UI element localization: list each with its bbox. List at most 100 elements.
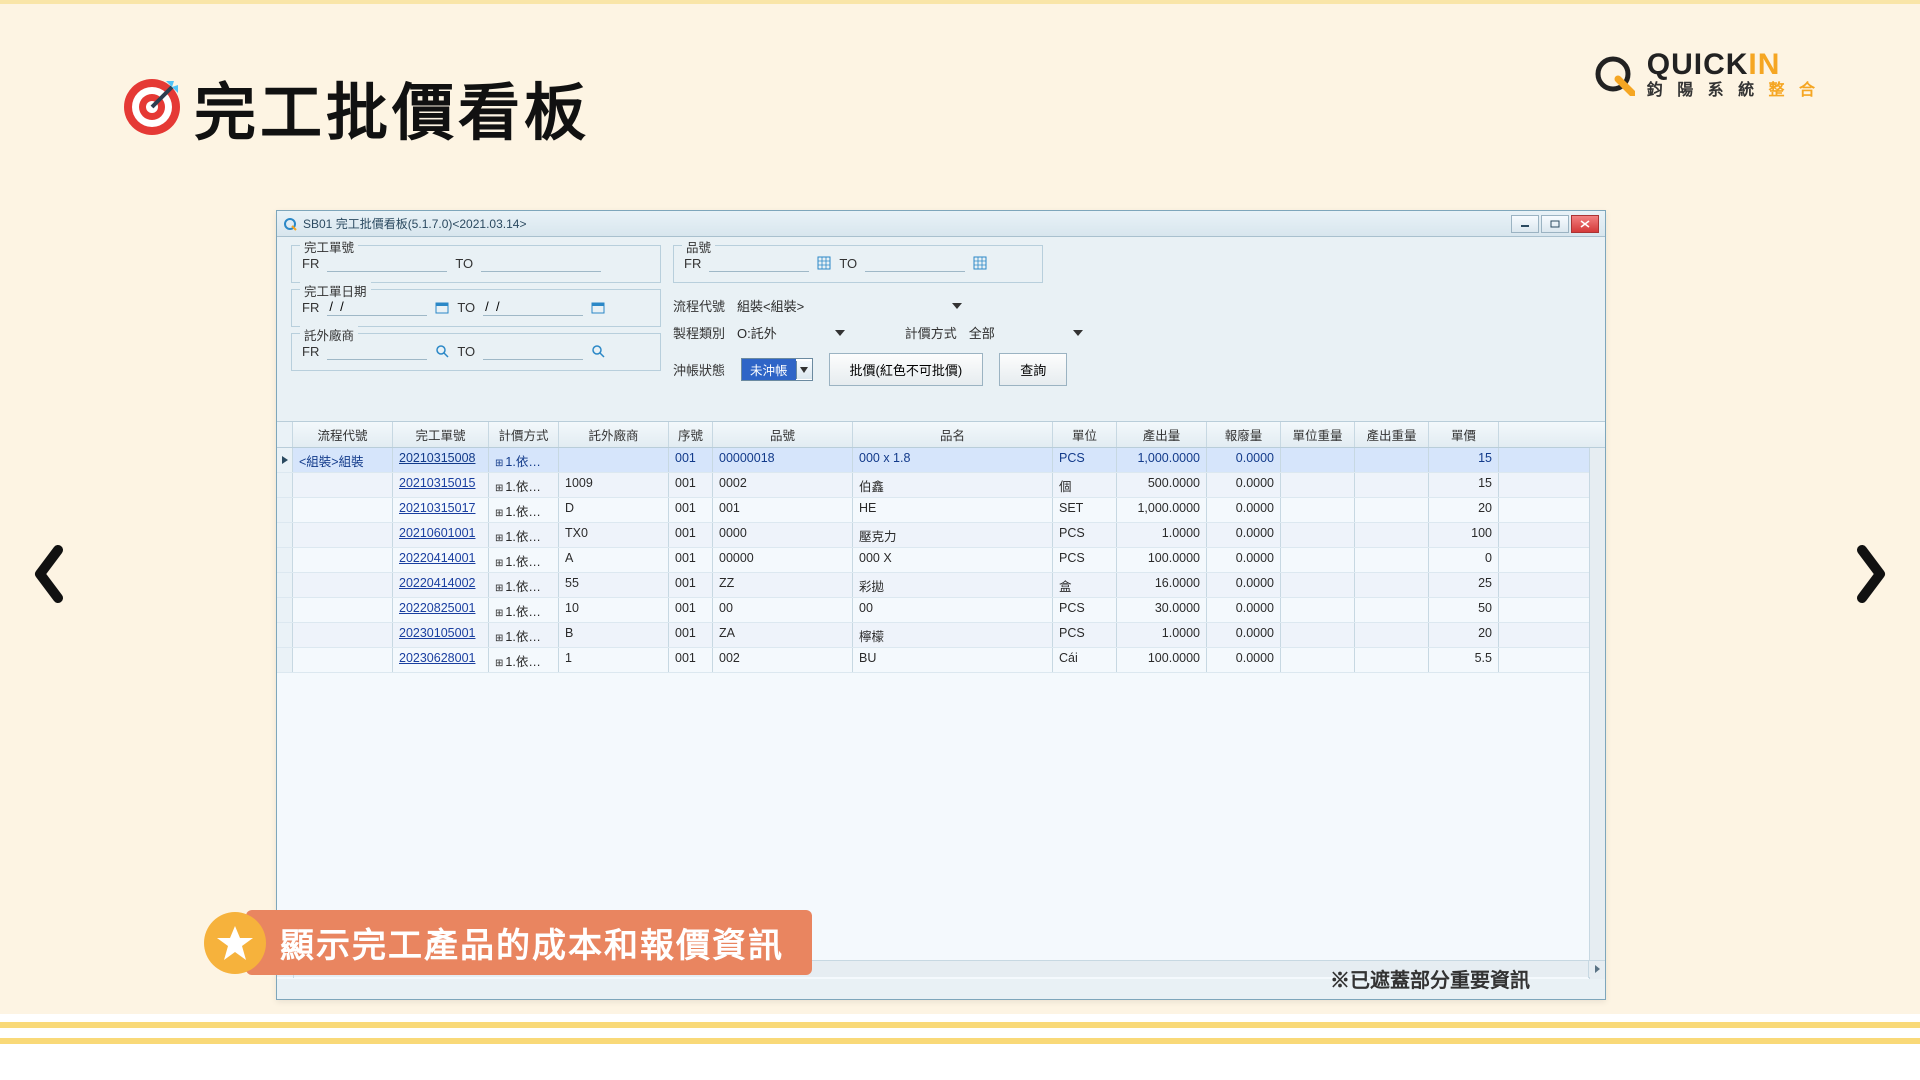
prev-slide-button[interactable] (24, 540, 72, 608)
cell-out-weight (1355, 498, 1429, 522)
query-button[interactable]: 查詢 (999, 353, 1067, 386)
table-row[interactable]: 20210601001⊞1.依數量TX00010000壓克力PCS1.00000… (277, 523, 1605, 548)
scroll-right-arrow-icon[interactable] (1588, 961, 1605, 978)
cell-price-method: ⊞1.依數量 (489, 623, 559, 647)
table-row[interactable]: 20220825001⊞1.依數量100010000PCS30.00000.00… (277, 598, 1605, 623)
cell-out-weight (1355, 473, 1429, 497)
cell-out-weight (1355, 598, 1429, 622)
cell-qty: 100.0000 (1117, 648, 1207, 672)
col-header[interactable]: 完工單號 (393, 422, 489, 447)
cell-completion-no[interactable]: 20230105001 (393, 623, 489, 647)
cell-completion-no[interactable]: 20210315017 (393, 498, 489, 522)
table-row[interactable]: <組裝>組裝20210315008⊞1.依數量00100000018000 x … (277, 448, 1605, 473)
col-header[interactable]: 單位重量 (1281, 422, 1355, 447)
close-button[interactable] (1571, 215, 1599, 233)
table-row[interactable]: 20210315015⊞1.依數量10090010002伯鑫個500.00000… (277, 473, 1605, 498)
itemno-from-input[interactable] (709, 254, 809, 272)
cell-item-no: 00000 (713, 548, 853, 572)
lookup-grid-icon[interactable] (973, 256, 987, 270)
cell-item-name: HE (853, 498, 1053, 522)
grid-body[interactable]: <組裝>組裝20210315008⊞1.依數量00100000018000 x … (277, 448, 1605, 979)
cell-completion-no[interactable]: 20220825001 (393, 598, 489, 622)
cell-proc (293, 523, 393, 547)
data-grid: 流程代號 完工單號 計價方式 託外廠商 序號 品號 品名 單位 產出量 報廢量 … (277, 421, 1605, 979)
mfg-type-dropdown[interactable]: O:託外 (733, 322, 849, 343)
col-header[interactable]: 單價 (1429, 422, 1499, 447)
price-method-dropdown[interactable]: 全部 (965, 322, 1087, 343)
cell-completion-no[interactable]: 20220414002 (393, 573, 489, 597)
cell-seq: 001 (669, 623, 713, 647)
itemno-to-input[interactable] (865, 254, 965, 272)
calendar-icon[interactable] (591, 300, 605, 314)
cell-unit-weight (1281, 623, 1355, 647)
col-header[interactable]: 序號 (669, 422, 713, 447)
table-row[interactable]: 20230105001⊞1.依數量B001ZA檸檬PCS1.00000.0000… (277, 623, 1605, 648)
table-row[interactable]: 20220414002⊞1.依數量55001ZZ彩拋盒16.00000.0000… (277, 573, 1605, 598)
cell-scrap: 0.0000 (1207, 623, 1281, 647)
cell-item-name: 檸檬 (853, 623, 1053, 647)
cell-scrap: 0.0000 (1207, 498, 1281, 522)
vendor-from-input[interactable] (327, 342, 427, 360)
cell-price: 20 (1429, 498, 1499, 522)
col-header[interactable]: 報廢量 (1207, 422, 1281, 447)
calendar-icon[interactable] (435, 300, 449, 314)
cell-proc (293, 573, 393, 597)
completion-no-to-input[interactable] (481, 254, 601, 272)
col-header[interactable]: 流程代號 (293, 422, 393, 447)
completion-no-group: 完工單號 FR TO (291, 245, 661, 283)
cell-item-name: 00 (853, 598, 1053, 622)
col-header[interactable]: 品名 (853, 422, 1053, 447)
col-header[interactable]: 計價方式 (489, 422, 559, 447)
col-header[interactable]: 品號 (713, 422, 853, 447)
cell-unit: PCS (1053, 448, 1117, 472)
lookup-icon[interactable] (591, 344, 605, 358)
cell-item-name: 彩拋 (853, 573, 1053, 597)
completion-date-to-input[interactable] (483, 298, 583, 316)
lookup-icon[interactable] (435, 344, 449, 358)
col-header[interactable]: 產出量 (1117, 422, 1207, 447)
cell-unit-weight (1281, 573, 1355, 597)
table-row[interactable]: 20220414001⊞1.依數量A00100000000 XPCS100.00… (277, 548, 1605, 573)
cell-completion-no[interactable]: 20210601001 (393, 523, 489, 547)
writeoff-status-select[interactable]: 未沖帳 (741, 358, 813, 381)
cell-unit: 個 (1053, 473, 1117, 497)
minimize-button[interactable] (1511, 215, 1539, 233)
cell-completion-no[interactable]: 20210315015 (393, 473, 489, 497)
cell-vendor (559, 448, 669, 472)
cell-unit: PCS (1053, 548, 1117, 572)
cell-unit-weight (1281, 473, 1355, 497)
cell-vendor: 1009 (559, 473, 669, 497)
cell-vendor: A (559, 548, 669, 572)
cell-completion-no[interactable]: 20220414001 (393, 548, 489, 572)
cell-seq: 001 (669, 498, 713, 522)
col-header[interactable]: 產出重量 (1355, 422, 1429, 447)
cell-out-weight (1355, 623, 1429, 647)
page-title-wrap: 完工批價看板 (120, 62, 590, 152)
cell-proc (293, 598, 393, 622)
table-row[interactable]: 20230628001⊞1.依數量1001002BUCái100.00000.0… (277, 648, 1605, 673)
vendor-to-input[interactable] (483, 342, 583, 360)
cell-price-method: ⊞1.依數量 (489, 448, 559, 472)
maximize-button[interactable] (1541, 215, 1569, 233)
cell-item-name: 000 X (853, 548, 1053, 572)
cell-unit-weight (1281, 498, 1355, 522)
vertical-scrollbar[interactable] (1589, 448, 1605, 979)
cell-unit-weight (1281, 548, 1355, 572)
cell-completion-no[interactable]: 20210315008 (393, 448, 489, 472)
completion-no-from-input[interactable] (327, 254, 447, 272)
cell-out-weight (1355, 573, 1429, 597)
next-slide-button[interactable] (1848, 540, 1896, 608)
lookup-grid-icon[interactable] (817, 256, 831, 270)
window-titlebar[interactable]: SB01 完工批價看板(5.1.7.0)<2021.03.14> (277, 211, 1605, 237)
process-code-dropdown[interactable]: 組裝<組裝> (733, 295, 966, 316)
col-header[interactable]: 單位 (1053, 422, 1117, 447)
cell-seq: 001 (669, 548, 713, 572)
cell-vendor: 10 (559, 598, 669, 622)
table-row[interactable]: 20210315017⊞1.依數量D001001HESET1,000.00000… (277, 498, 1605, 523)
cell-vendor: D (559, 498, 669, 522)
completion-date-from-input[interactable] (327, 298, 427, 316)
col-header[interactable]: 託外廠商 (559, 422, 669, 447)
batch-price-button[interactable]: 批價(紅色不可批價) (829, 353, 984, 386)
cell-completion-no[interactable]: 20230628001 (393, 648, 489, 672)
cell-price: 100 (1429, 523, 1499, 547)
